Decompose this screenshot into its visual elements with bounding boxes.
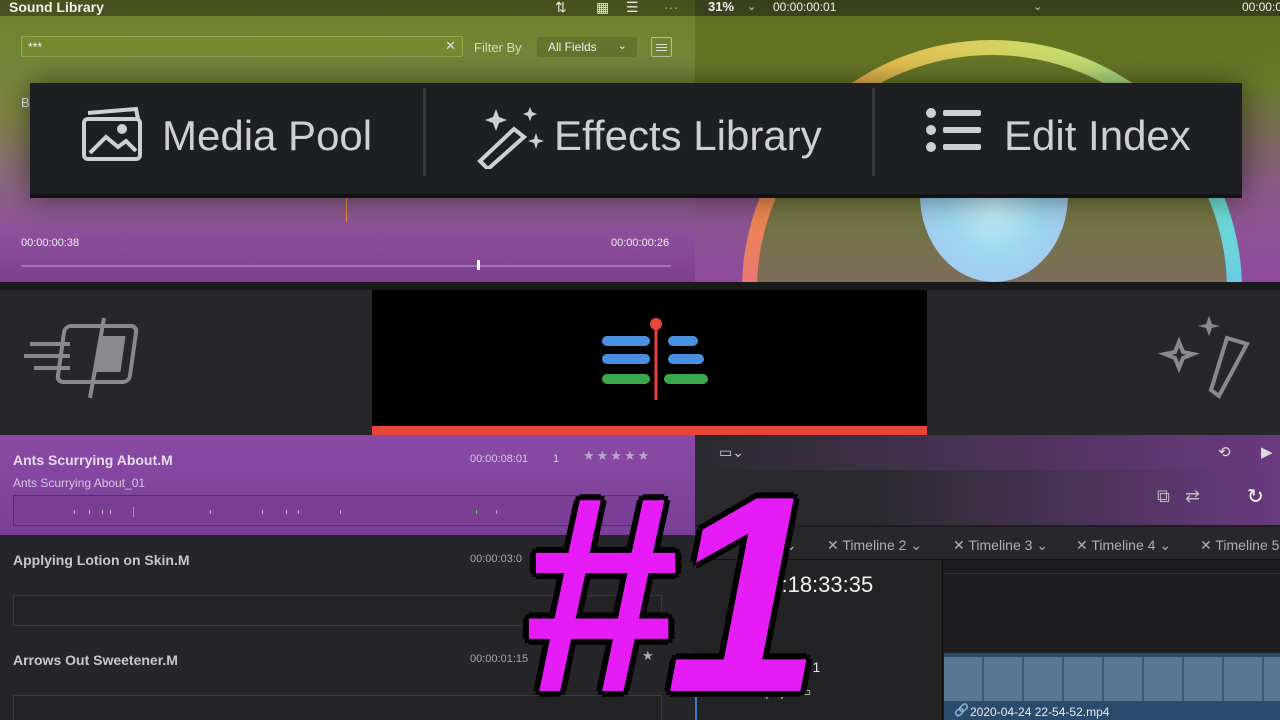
chevron-down-icon[interactable]: ⌄ [747,0,756,13]
active-page-indicator [372,426,927,435]
timeline-ruler[interactable] [944,560,1280,574]
overwrite-clip-icon[interactable]: ⇄ [1185,486,1200,507]
list-view-icon[interactable]: ☰ [626,0,639,14]
more-options-icon[interactable]: ··· [664,0,678,14]
page-fusion[interactable] [927,290,1280,435]
loop-icon[interactable]: ⟲ [1218,443,1231,461]
sound-library-header: Sound Library ⇅ ▦ ☰ ··· [0,0,695,16]
replace-clip-icon[interactable]: ⧉ [1157,486,1170,507]
sound-library-title: Sound Library [9,0,104,15]
page-edit[interactable] [372,290,927,435]
tab-label: Media Pool [162,112,373,159]
episode-number-overlay: #1 [520,439,821,720]
filter-by-label: Filter By [474,40,522,55]
tab-label: Edit Index [1004,112,1191,159]
sound-name: Applying Lotion on Skin.M [13,552,190,568]
sort-icon[interactable]: ⇅ [555,0,567,14]
snap-icon[interactable]: ↻ [1247,484,1264,509]
strip-divider [0,282,1280,290]
tab-timeline-2[interactable]: ✕ Timeline 2 ⌄ [827,537,922,554]
clip-thumbnails [944,657,1280,701]
search-input[interactable] [28,39,438,55]
magic-wand-icon [477,107,544,169]
tab-timeline-5[interactable]: ✕ Timeline 5 [1200,537,1279,554]
tab-effects-library[interactable]: Effects Library [426,83,872,188]
preview-time-end: 00:00:00:26 [611,237,670,249]
tab-edit-index[interactable]: Edit Index [875,83,1242,188]
sound-name: Ants Scurrying About.M [13,452,173,468]
link-icon: 🔗 [954,703,969,717]
image-icon [82,106,142,161]
preview-scrub-handle[interactable] [477,260,480,270]
chevron-down-icon: ⌄ [617,40,627,52]
filter-options-button[interactable] [651,37,672,57]
timeline-clip[interactable]: 🔗 2020-04-24 22-54-52.mp4 [944,653,1280,720]
filter-field-select[interactable]: All Fields ⌄ [537,37,637,57]
cut-page-icon [24,317,139,399]
fusion-page-icon [1158,316,1250,399]
preview-time-start: 00:00:00:38 [21,237,80,249]
panel-tab-bar: Media Pool Effects Library Edit Index [30,83,1242,198]
list-icon [926,108,981,152]
search-box[interactable]: ✕ [21,36,463,57]
play-next-icon[interactable]: ▶ [1261,443,1273,461]
sound-duration: 00:00:03:0 [470,553,522,565]
page-cut[interactable] [0,290,372,435]
tab-label: Effects Library [554,112,822,159]
tab-timeline-3[interactable]: ✕ Timeline 3 ⌄ [953,537,1048,554]
sound-clip-name: Ants Scurrying About_01 [13,476,146,490]
partial-text: B [21,95,30,110]
viewer-timecode-right: 00:00:0 [1241,0,1280,14]
tab-media-pool[interactable]: Media Pool [30,83,425,188]
grid-view-icon[interactable]: ▦ [596,0,609,14]
viewer-header: 31% ⌄ 00:00:00:01 ⌄ 00:00:0 [695,0,1280,16]
filter-field-value: All Fields [548,40,597,54]
playhead-marker [346,198,347,222]
chevron-down-icon[interactable]: ⌄ [1033,0,1042,13]
sound-name: Arrows Out Sweetener.M [13,652,178,668]
clip-name: 2020-04-24 22-54-52.mp4 [970,705,1110,719]
viewer-timecode: 00:00:00:01 [773,0,837,14]
edit-page-icon [602,318,708,400]
viewer-zoom[interactable]: 31% [708,0,734,14]
clear-search-icon[interactable]: ✕ [445,38,456,54]
preview-scrub-bar[interactable] [21,265,671,267]
tab-timeline-4[interactable]: ✕ Timeline 4 ⌄ [1076,537,1171,554]
